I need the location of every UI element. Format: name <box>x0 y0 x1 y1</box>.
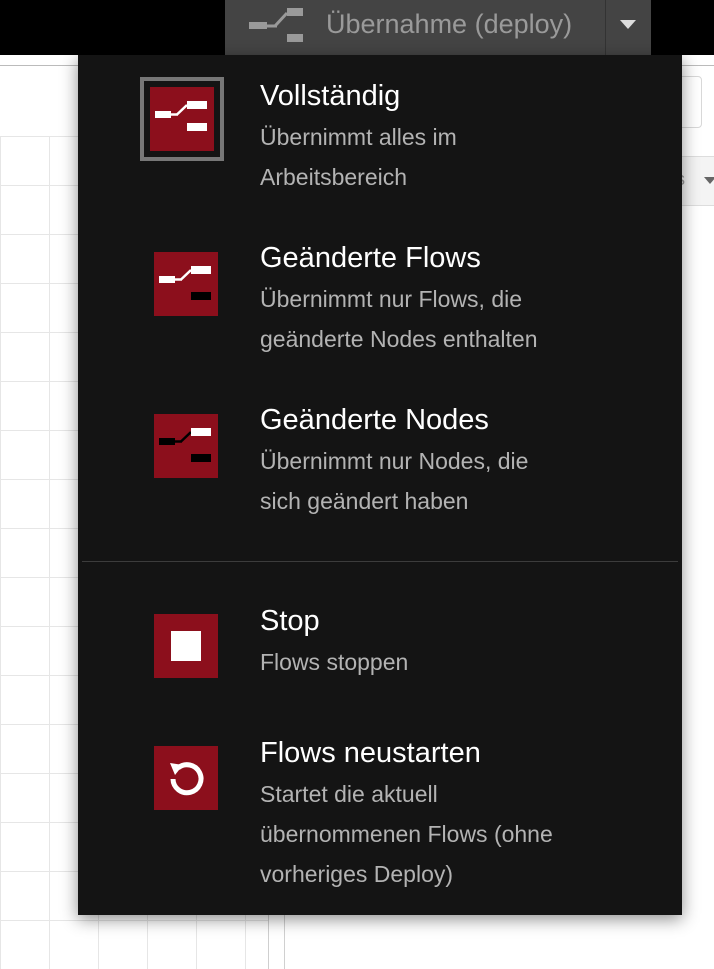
menu-item-description: Übernimmt nur Nodes, die sich geändert h… <box>260 441 660 521</box>
deploy-full-icon <box>140 77 224 161</box>
deploy-button[interactable]: Übernahme (deploy) <box>225 0 605 55</box>
menu-item-changed-flows[interactable]: Geänderte Flows Übernimmt nur Flows, die… <box>78 237 682 387</box>
description-line: Startet die aktuell <box>260 781 438 807</box>
stop-icon <box>154 614 218 678</box>
description-line: Flows stoppen <box>260 649 409 675</box>
menu-item-description: Übernimmt alles im Arbeitsbereich <box>260 117 660 197</box>
deploy-flows-icon <box>154 252 218 316</box>
description-line: Übernimmt nur Flows, die <box>260 286 523 312</box>
menu-item-description: Flows stoppen <box>260 642 660 682</box>
deploy-nodes-icon <box>154 414 218 478</box>
description-line: Arbeitsbereich <box>260 164 408 190</box>
menu-item-title: Stop <box>260 605 320 637</box>
menu-item-title: Flows neustarten <box>260 737 481 769</box>
description-line: übernommenen Flows (ohne <box>260 821 553 847</box>
deploy-menu: Vollständig Übernimmt alles im Arbeitsbe… <box>78 55 682 915</box>
caret-down-icon <box>620 20 636 29</box>
menu-item-restart-flows[interactable]: Flows neustarten Startet die aktuell übe… <box>78 732 682 892</box>
description-line: vorheriges Deploy) <box>260 861 454 887</box>
menu-divider <box>82 561 678 562</box>
description-line: Übernimmt nur Nodes, die <box>260 448 529 474</box>
menu-item-description: Übernimmt nur Flows, die geänderte Nodes… <box>260 279 660 359</box>
deploy-menu-toggle[interactable] <box>605 0 651 55</box>
description-line: sich geändert haben <box>260 488 469 514</box>
menu-item-full-deploy[interactable]: Vollständig Übernimmt alles im Arbeitsbe… <box>78 75 682 225</box>
chevron-down-icon <box>704 177 714 184</box>
menu-item-stop[interactable]: Stop Flows stoppen <box>78 600 682 710</box>
deploy-button-label: Übernahme (deploy) <box>326 9 573 39</box>
description-line: geänderte Nodes enthalten <box>260 326 538 352</box>
menu-item-title: Vollständig <box>260 80 401 112</box>
restart-icon <box>154 746 218 810</box>
menu-item-title: Geänderte Nodes <box>260 404 489 436</box>
header-bar: Übernahme (deploy) <box>0 0 714 55</box>
description-line: Übernimmt alles im <box>260 124 457 150</box>
menu-item-title: Geänderte Flows <box>260 242 481 274</box>
menu-item-changed-nodes[interactable]: Geänderte Nodes Übernimmt nur Nodes, die… <box>78 399 682 549</box>
deploy-icon <box>247 6 329 46</box>
menu-item-description: Startet die aktuell übernommenen Flows (… <box>260 774 660 894</box>
